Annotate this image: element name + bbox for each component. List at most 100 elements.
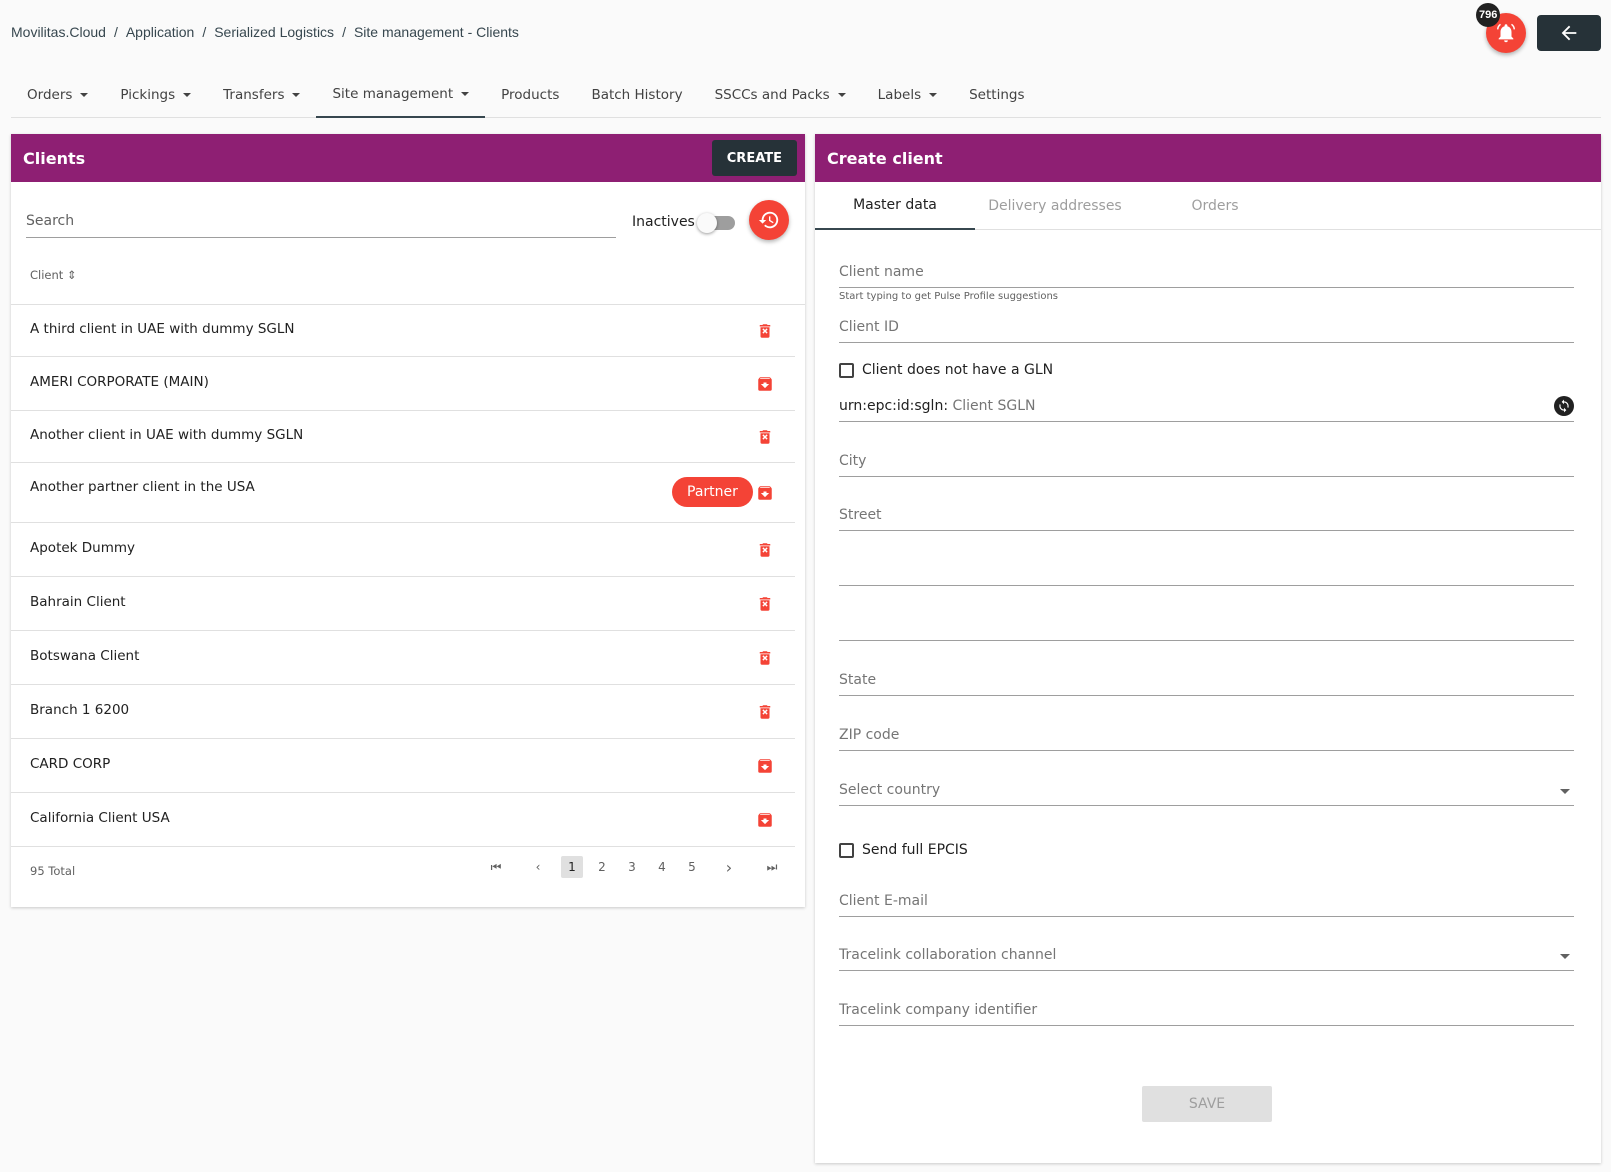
bell-icon xyxy=(1497,23,1515,43)
table-row[interactable]: Botswana Client xyxy=(11,631,795,685)
restore-history-button[interactable] xyxy=(749,200,789,240)
city-field[interactable]: City xyxy=(839,451,1574,477)
street-placeholder: Street xyxy=(839,507,882,523)
sgln-field[interactable]: urn:epc:id:sgln: Client SGLN xyxy=(839,396,1574,422)
city-placeholder: City xyxy=(839,453,867,469)
table-row[interactable]: A third client in UAE with dummy SGLN xyxy=(11,305,795,357)
breadcrumb-item[interactable]: Application xyxy=(126,24,195,40)
client-id-field[interactable]: Client ID xyxy=(839,317,1574,343)
nav-label: Batch History xyxy=(591,87,683,103)
delete-icon[interactable] xyxy=(756,703,774,721)
archive-icon[interactable] xyxy=(756,484,774,502)
breadcrumb-item[interactable]: Movilitas.Cloud xyxy=(11,24,106,40)
page-button[interactable]: 5 xyxy=(681,856,703,878)
delete-icon[interactable] xyxy=(756,595,774,613)
client-id-placeholder: Client ID xyxy=(839,319,899,335)
history-icon xyxy=(758,211,779,229)
page-button[interactable]: 2 xyxy=(591,856,613,878)
client-name: Botswana Client xyxy=(30,648,140,664)
prev-page-icon[interactable]: ‹ xyxy=(527,856,549,878)
delete-icon[interactable] xyxy=(756,649,774,667)
breadcrumb-item[interactable]: Serialized Logistics xyxy=(214,24,334,40)
sgln-value: urn:epc:id:sgln: Client SGLN xyxy=(839,398,1036,414)
inactives-toggle[interactable] xyxy=(697,213,735,233)
next-page-icon[interactable]: › xyxy=(718,856,740,878)
zip-field[interactable]: ZIP code xyxy=(839,725,1574,751)
table-row[interactable]: CARD CORP xyxy=(11,739,795,793)
create-button[interactable]: CREATE xyxy=(711,140,797,176)
archive-icon[interactable] xyxy=(756,757,774,775)
nav-products[interactable]: Products xyxy=(485,72,575,118)
column-header-client[interactable]: Client ⇕ xyxy=(30,268,77,282)
nav-label: SSCCs and Packs xyxy=(714,87,830,103)
street-field[interactable]: Street xyxy=(839,505,1574,531)
page-button[interactable]: 4 xyxy=(651,856,673,878)
nav-pickings[interactable]: Pickings xyxy=(104,72,207,118)
breadcrumb-item: Site management - Clients xyxy=(353,24,519,40)
breadcrumb: Movilitas.Cloud / Application / Serialized… xyxy=(11,24,519,40)
street-line-2-field[interactable] xyxy=(839,560,1574,586)
table-row[interactable]: Another client in UAE with dummy SGLN xyxy=(11,411,795,463)
tracelink-channel-placeholder: Tracelink collaboration channel xyxy=(839,947,1057,963)
delete-icon[interactable] xyxy=(756,428,774,446)
page-button[interactable]: 1 xyxy=(561,856,583,878)
nav-transfers[interactable]: Transfers xyxy=(207,72,316,118)
last-page-icon[interactable]: ⏭ xyxy=(761,856,783,878)
tab-master-data[interactable]: Master data xyxy=(815,182,975,230)
back-button[interactable] xyxy=(1537,15,1601,51)
delete-icon[interactable] xyxy=(756,541,774,559)
table-row[interactable]: Branch 1 6200 xyxy=(11,685,795,739)
search-field xyxy=(26,212,616,238)
state-field[interactable]: State xyxy=(839,670,1574,696)
nav-ssccs-packs[interactable]: SSCCs and Packs xyxy=(699,72,862,118)
table-row[interactable]: California Client USA xyxy=(11,793,795,847)
tab-orders[interactable]: Orders xyxy=(1135,182,1295,230)
save-button[interactable]: SAVE xyxy=(1142,1086,1272,1122)
total-count: 95 Total xyxy=(30,864,76,878)
tab-delivery-addresses[interactable]: Delivery addresses xyxy=(975,182,1135,230)
caret-down-icon xyxy=(80,93,89,97)
nav-site-management[interactable]: Site management xyxy=(316,72,486,118)
delete-icon[interactable] xyxy=(756,322,774,340)
nav-orders[interactable]: Orders xyxy=(11,72,104,118)
country-select[interactable]: Select country xyxy=(839,780,1574,806)
tracelink-company-field[interactable]: Tracelink company identifier xyxy=(839,1000,1574,1026)
client-name-placeholder: Client name xyxy=(839,264,924,280)
client-name: A third client in UAE with dummy SGLN xyxy=(30,321,295,337)
client-name: CARD CORP xyxy=(30,756,111,772)
nav-batch-history[interactable]: Batch History xyxy=(575,72,698,118)
page-button[interactable]: 3 xyxy=(621,856,643,878)
caret-down-icon xyxy=(292,93,301,97)
refresh-icon[interactable] xyxy=(1554,396,1574,416)
main-nav: Orders Pickings Transfers Site managemen… xyxy=(11,72,1601,118)
tracelink-company-placeholder: Tracelink company identifier xyxy=(839,1002,1038,1018)
sgln-placeholder: Client SGLN xyxy=(952,398,1036,414)
tracelink-channel-select[interactable]: Tracelink collaboration channel xyxy=(839,945,1574,971)
table-row[interactable]: Another partner client in the USA Partne… xyxy=(11,463,795,523)
nav-settings[interactable]: Settings xyxy=(953,72,1040,118)
nav-labels[interactable]: Labels xyxy=(862,72,953,118)
dropdown-arrow-icon xyxy=(1560,954,1570,959)
archive-icon[interactable] xyxy=(756,375,774,393)
client-name: California Client USA xyxy=(30,810,170,826)
client-email-field[interactable]: Client E-mail xyxy=(839,891,1574,917)
send-epcis-checkbox[interactable]: Send full EPCIS xyxy=(839,842,968,858)
caret-down-icon xyxy=(461,92,470,96)
table-row[interactable]: Bahrain Client xyxy=(11,577,795,631)
archive-icon[interactable] xyxy=(756,811,774,829)
street-line-3-field[interactable] xyxy=(839,615,1574,641)
nav-label: Orders xyxy=(27,87,73,103)
client-name: Another partner client in the USA xyxy=(30,479,255,495)
table-row[interactable]: AMERI CORPORATE (MAIN) xyxy=(11,357,795,411)
search-input[interactable] xyxy=(26,213,616,229)
nav-label: Transfers xyxy=(223,87,285,103)
clients-panel: Clients CREATE Inactives Client ⇕ A thir… xyxy=(11,134,805,907)
first-page-icon[interactable]: ⏮ xyxy=(485,856,507,878)
client-name-field[interactable]: Client name xyxy=(839,262,1574,288)
client-email-placeholder: Client E-mail xyxy=(839,893,928,909)
no-gln-checkbox[interactable]: Client does not have a GLN xyxy=(839,362,1053,378)
form-tabs: Master data Delivery addresses Orders xyxy=(815,182,1601,230)
table-row[interactable]: Apotek Dummy xyxy=(11,523,795,577)
checkbox-box xyxy=(839,362,854,378)
caret-down-icon xyxy=(837,93,846,97)
